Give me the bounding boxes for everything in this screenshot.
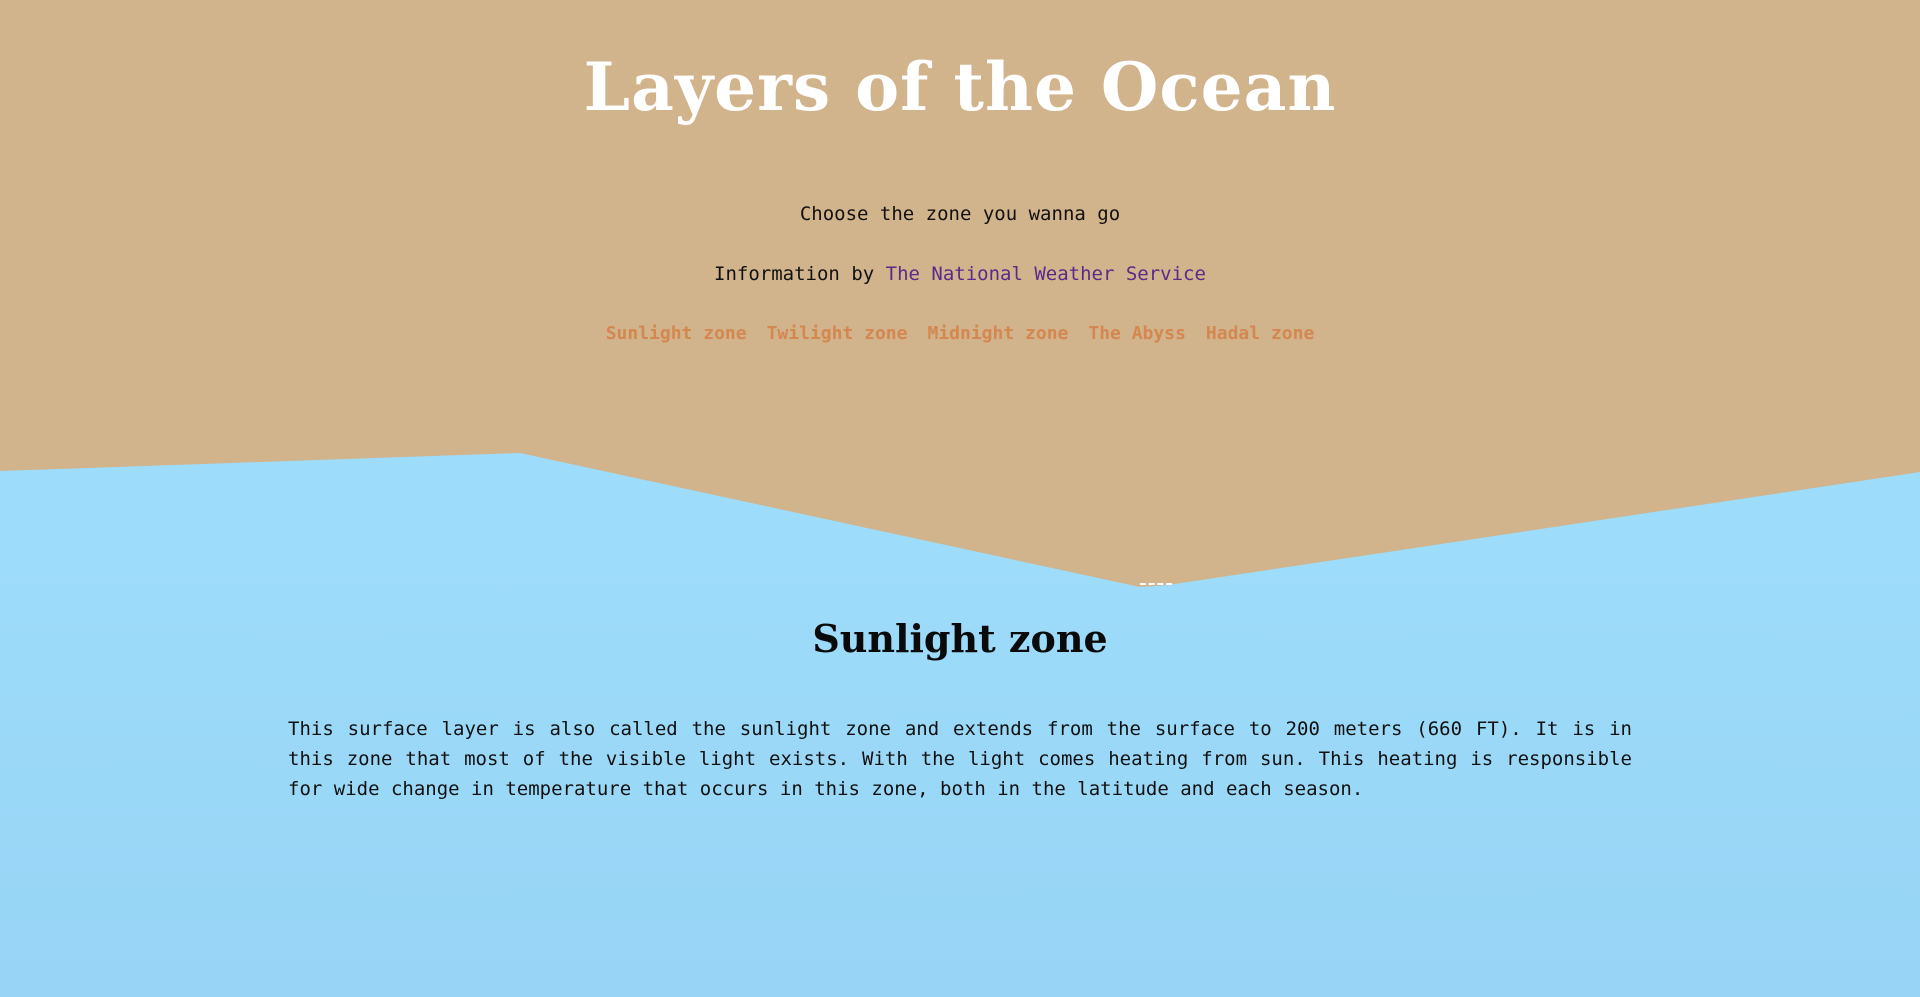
wave-foam [1140,583,1172,589]
section-body: This surface layer is also called the su… [288,718,1632,800]
attribution: Information by The National Weather Serv… [0,262,1920,286]
nav-link-sunlight-zone[interactable]: Sunlight zone [606,323,747,344]
tagline: Choose the zone you wanna go [799,203,1121,225]
site-title: Layers of the Ocean [583,48,1337,126]
nav-link-the-abyss[interactable]: The Abyss [1088,323,1186,344]
attribution-prefix: Information by [714,263,886,285]
nav-link-midnight-zone[interactable]: Midnight zone [927,323,1068,344]
section-title: Sunlight zone [812,616,1108,661]
nav-link-twilight-zone[interactable]: Twilight zone [767,323,908,344]
zone-nav: Sunlight zone Twilight zone Midnight zone T… [0,322,1920,346]
nav-link-hadal-zone[interactable]: Hadal zone [1206,323,1314,344]
attribution-link[interactable]: The National Weather Service [886,263,1206,285]
sand-shape [0,0,1920,587]
